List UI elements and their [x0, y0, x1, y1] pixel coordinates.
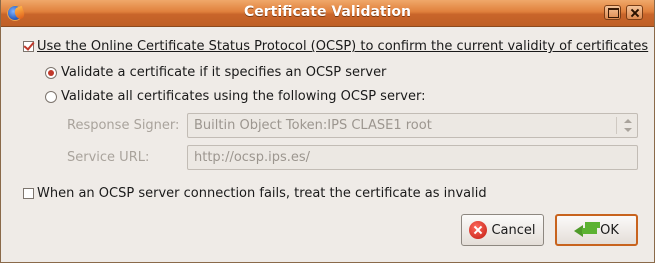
service-url-input[interactable]: http://ocsp.ips.es/ [187, 145, 638, 170]
use-ocsp-checkbox[interactable] [23, 41, 34, 52]
title-bar[interactable]: Certificate Validation [1, 0, 654, 27]
response-signer-label: Response Signer: [67, 118, 180, 133]
certificate-validation-dialog: Certificate Validation Use the Online Ce… [0, 0, 655, 263]
cancel-button-label: Cancel [491, 222, 536, 238]
chevron-updown-icon [623, 118, 633, 133]
fail-invalid-label: When an OCSP server connection fails, tr… [37, 186, 487, 201]
use-ocsp-checkbox-row[interactable]: Use the Online Certificate Status Protoc… [23, 39, 648, 54]
select-divider [616, 117, 617, 134]
fail-invalid-checkbox[interactable] [23, 188, 34, 199]
validate-all-label: Validate all certificates using the foll… [61, 89, 426, 104]
service-url-label: Service URL: [67, 150, 150, 165]
close-icon[interactable] [626, 5, 643, 20]
cancel-button[interactable]: Cancel [461, 214, 544, 246]
response-signer-select[interactable]: Builtin Object Token:IPS CLASE1 root [187, 113, 638, 138]
cancel-icon [469, 221, 488, 239]
response-signer-value: Builtin Object Token:IPS CLASE1 root [194, 118, 432, 133]
ok-button[interactable]: OK [555, 214, 638, 246]
window-title: Certificate Validation [243, 4, 411, 20]
validate-all-radio[interactable] [45, 90, 57, 103]
maximize-icon[interactable] [604, 5, 621, 20]
validate-all-radio-row[interactable]: Validate all certificates using the foll… [45, 89, 425, 104]
ok-icon [574, 221, 598, 239]
use-ocsp-label: Use the Online Certificate Status Protoc… [37, 39, 649, 54]
validate-specified-radio-row[interactable]: Validate a certificate if it specifies a… [45, 65, 386, 80]
fail-invalid-checkbox-row[interactable]: When an OCSP server connection fails, tr… [23, 186, 487, 201]
ok-button-label: OK [600, 222, 619, 238]
service-url-value: http://ocsp.ips.es/ [194, 150, 311, 165]
validate-specified-label: Validate a certificate if it specifies a… [61, 65, 387, 80]
validate-specified-radio[interactable] [45, 66, 57, 79]
